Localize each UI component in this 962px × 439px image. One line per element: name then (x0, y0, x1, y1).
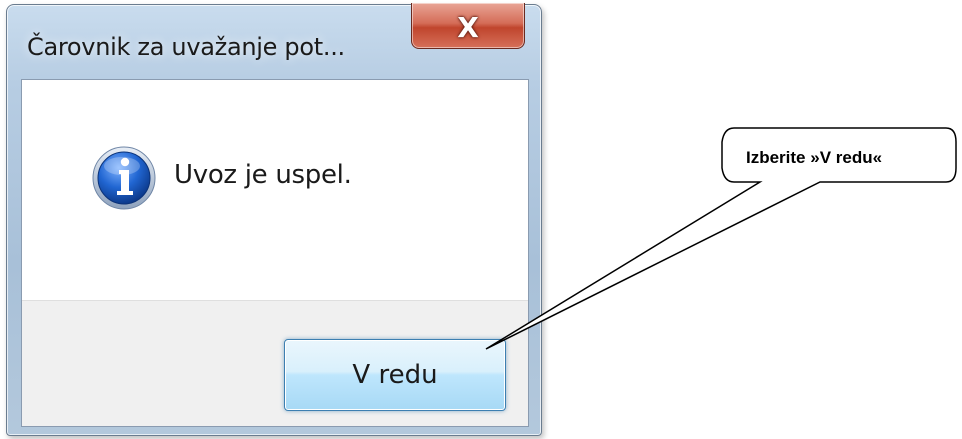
dialog-client-area: Uvoz je uspel. V redu (21, 79, 529, 427)
ok-button[interactable]: V redu (284, 339, 506, 411)
close-button[interactable]: X (411, 3, 525, 49)
title-bar[interactable]: Čarovnik za uvažanje pot... X (7, 3, 541, 79)
dialog-window: Čarovnik za uvažanje pot... X Uvoz je us… (6, 3, 542, 436)
dialog-content: Uvoz je uspel. (22, 80, 528, 300)
information-icon (92, 146, 156, 210)
dialog-title: Čarovnik za uvažanje pot... (27, 33, 345, 61)
close-icon: X (457, 11, 479, 44)
callout-text: Izberite »V redu« (746, 148, 883, 167)
dialog-footer: V redu (22, 300, 528, 426)
status-message: Uvoz je uspel. (174, 160, 352, 190)
